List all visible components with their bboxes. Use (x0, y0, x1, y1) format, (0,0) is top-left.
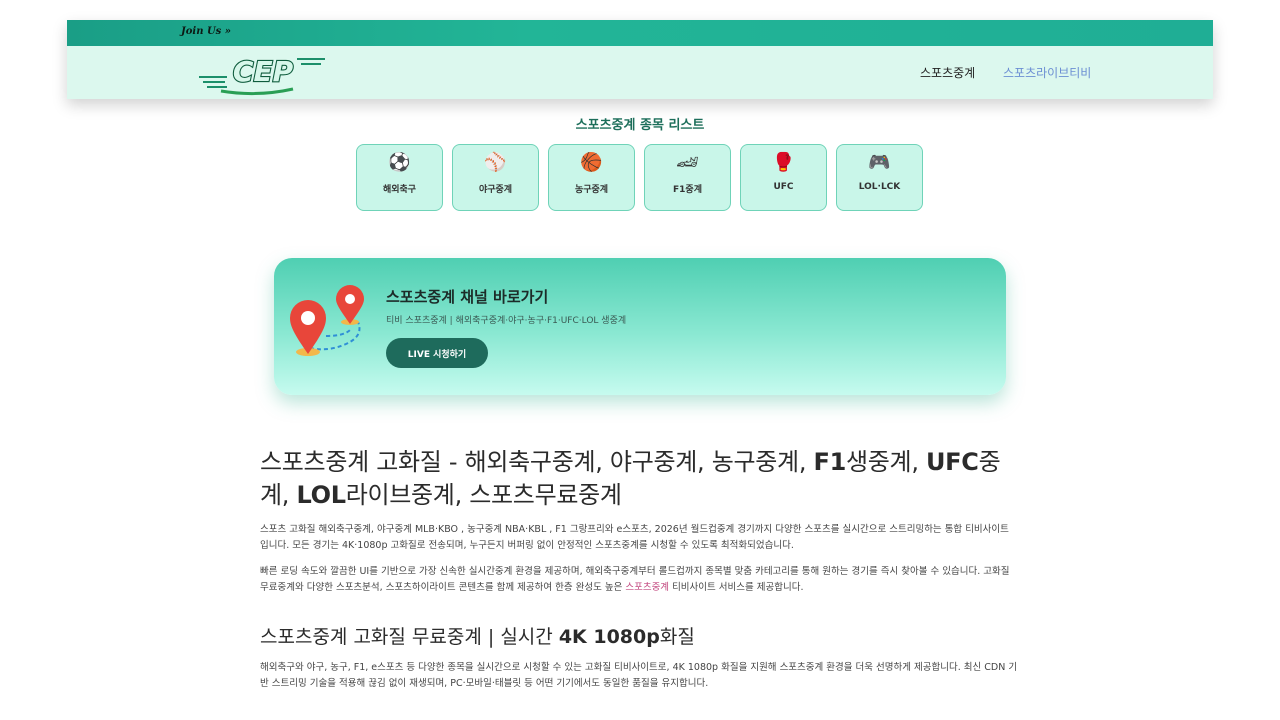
banner-title: 스포츠중계 채널 바로가기 (386, 288, 549, 306)
top-bar: Join Us » (67, 20, 1213, 46)
boxing-glove-icon: 🥊 (772, 152, 795, 173)
sport-card-label: 야구중계 (478, 185, 513, 195)
article: 스포츠중계 고화질 - 해외축구중계, 야구중계, 농구중계, F1생중계, U… (260, 446, 1020, 692)
sport-card-baseball[interactable]: ⚾ 야구중계 (452, 144, 539, 211)
subheading-text: 스포츠중계 고화질 무료중계 | 실시간 (260, 626, 559, 648)
site-header: Join Us » CEP 스포츠중계 스포츠라이브티비 (67, 20, 1213, 99)
heading-text: 스포츠중계 고화질 - 해외축구중계, 야구중계, 농구중계, (260, 448, 814, 476)
sport-card-f1[interactable]: 🏎 F1중계 (644, 144, 731, 211)
nav-sports-live-tv[interactable]: 스포츠라이브티비 (1003, 64, 1091, 81)
sport-card-label: F1중계 (673, 185, 702, 195)
article-paragraph-3: 해외축구와 야구, 농구, F1, e스포츠 등 다양한 종목을 실시간으로 시… (260, 662, 1018, 689)
sport-card-lol[interactable]: 🎮 LOL·LCK (836, 144, 923, 211)
sport-card-label: 해외축구 (382, 185, 417, 195)
sport-card-label: LOL·LCK (858, 182, 901, 192)
heading-bold: LOL (296, 481, 346, 509)
map-pin-route-icon (290, 285, 364, 356)
article-paragraph-1: 스포츠 고화질 해외축구중계, 야구중계 MLB·KBO , 농구중계 NBA·… (260, 524, 1009, 551)
heading-bold: F1 (813, 448, 846, 476)
nav-sports-broadcast[interactable]: 스포츠중계 (920, 64, 975, 81)
nav-bar: CEP 스포츠중계 스포츠라이브티비 (67, 46, 1213, 99)
cep-logo[interactable]: CEP (197, 49, 329, 97)
race-car-icon: 🏎 (676, 152, 699, 173)
sport-card-label: UFC (773, 182, 794, 192)
sports-list-title: 스포츠중계 종목 리스트 (575, 118, 705, 133)
live-watch-button[interactable]: LIVE 시청하기 (386, 338, 488, 368)
article-subheading: 스포츠중계 고화질 무료중계 | 실시간 4K 1080p화질 (260, 624, 1020, 650)
paragraph-text: 티비사이트 서비스를 제공합니다. (669, 582, 804, 593)
sports-card-list: ⚽ 해외축구 ⚾ 야구중계 🏀 농구중계 🏎 F1중계 🥊 UFC 🎮 LOL·… (356, 144, 926, 211)
sport-card-ufc[interactable]: 🥊 UFC (740, 144, 827, 211)
join-us-link[interactable]: Join Us » (181, 26, 231, 37)
heading-bold: UFC (925, 448, 979, 476)
basketball-icon: 🏀 (580, 152, 603, 173)
subheading-text: 화질 (659, 626, 695, 648)
heading-text: 라이브중계, 스포츠무료중계 (345, 481, 622, 509)
banner-subtitle: 티비 스포츠중계 | 해외축구중계·야구·농구·F1·UFC·LOL 생중계 (386, 316, 627, 326)
logo-text: CEP (233, 55, 294, 88)
baseball-icon: ⚾ (484, 152, 507, 173)
sports-broadcast-link[interactable]: 스포츠중계 (625, 582, 669, 593)
subheading-bold: 4K 1080p (558, 626, 660, 648)
article-heading: 스포츠중계 고화질 - 해외축구중계, 야구중계, 농구중계, F1생중계, U… (260, 446, 1020, 512)
sport-card-basketball[interactable]: 🏀 농구중계 (548, 144, 635, 211)
sport-card-label: 농구중계 (574, 185, 609, 195)
sport-card-soccer[interactable]: ⚽ 해외축구 (356, 144, 443, 211)
article-paragraph-2: 빠른 로딩 속도와 깔끔한 UI를 기반으로 가장 신속한 실시간중계 환경을 … (260, 564, 1020, 596)
heading-text: 생중계, (845, 448, 926, 476)
game-controller-icon: 🎮 (868, 152, 891, 173)
channel-banner: 스포츠중계 채널 바로가기 티비 스포츠중계 | 해외축구중계·야구·농구·F1… (274, 258, 1006, 395)
soccer-ball-icon: ⚽ (388, 152, 411, 173)
